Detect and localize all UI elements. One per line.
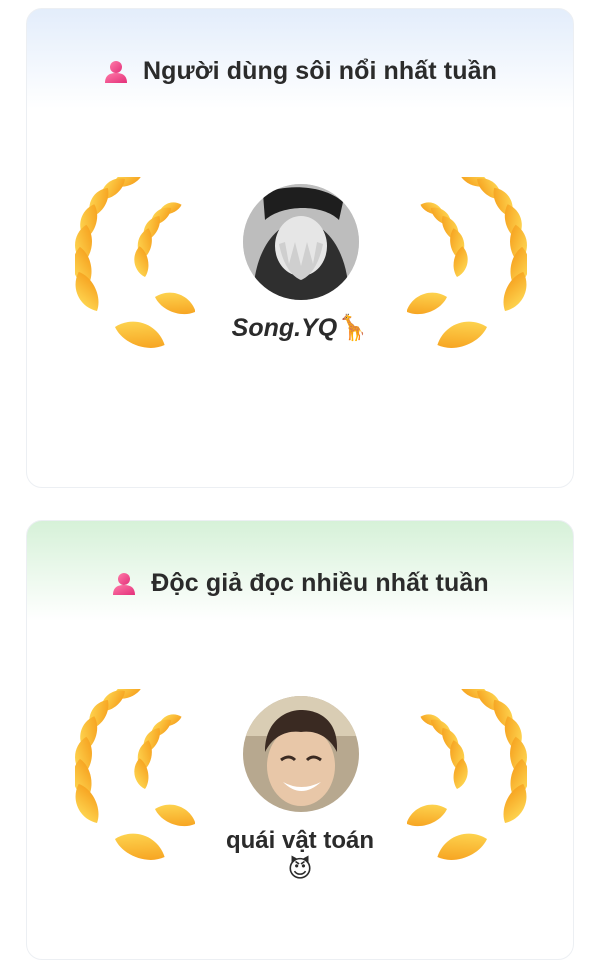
avatar[interactable] [243, 696, 359, 812]
card-header: Người dùng sôi nổi nhất tuần [27, 57, 573, 86]
card-header: Độc giả đọc nhiều nhất tuần [27, 569, 573, 598]
card-title: Người dùng sôi nổi nhất tuần [143, 57, 497, 85]
username: quái vật toán 😈 [27, 827, 573, 883]
weekly-active-user-card: Người dùng sôi nổi nhất tuần Song.YQ🦒 [26, 8, 574, 488]
devil-emoji: 😈 [287, 855, 313, 883]
giraffe-emoji: 🦒 [337, 313, 369, 342]
user-icon [111, 571, 137, 597]
card-title: Độc giả đọc nhiều nhất tuần [151, 569, 489, 597]
weekly-top-reader-card: Độc giả đọc nhiều nhất tuần quái vật toá… [26, 520, 574, 960]
username: Song.YQ🦒 [231, 313, 369, 342]
avatar[interactable] [243, 184, 359, 300]
user-icon [103, 59, 129, 85]
